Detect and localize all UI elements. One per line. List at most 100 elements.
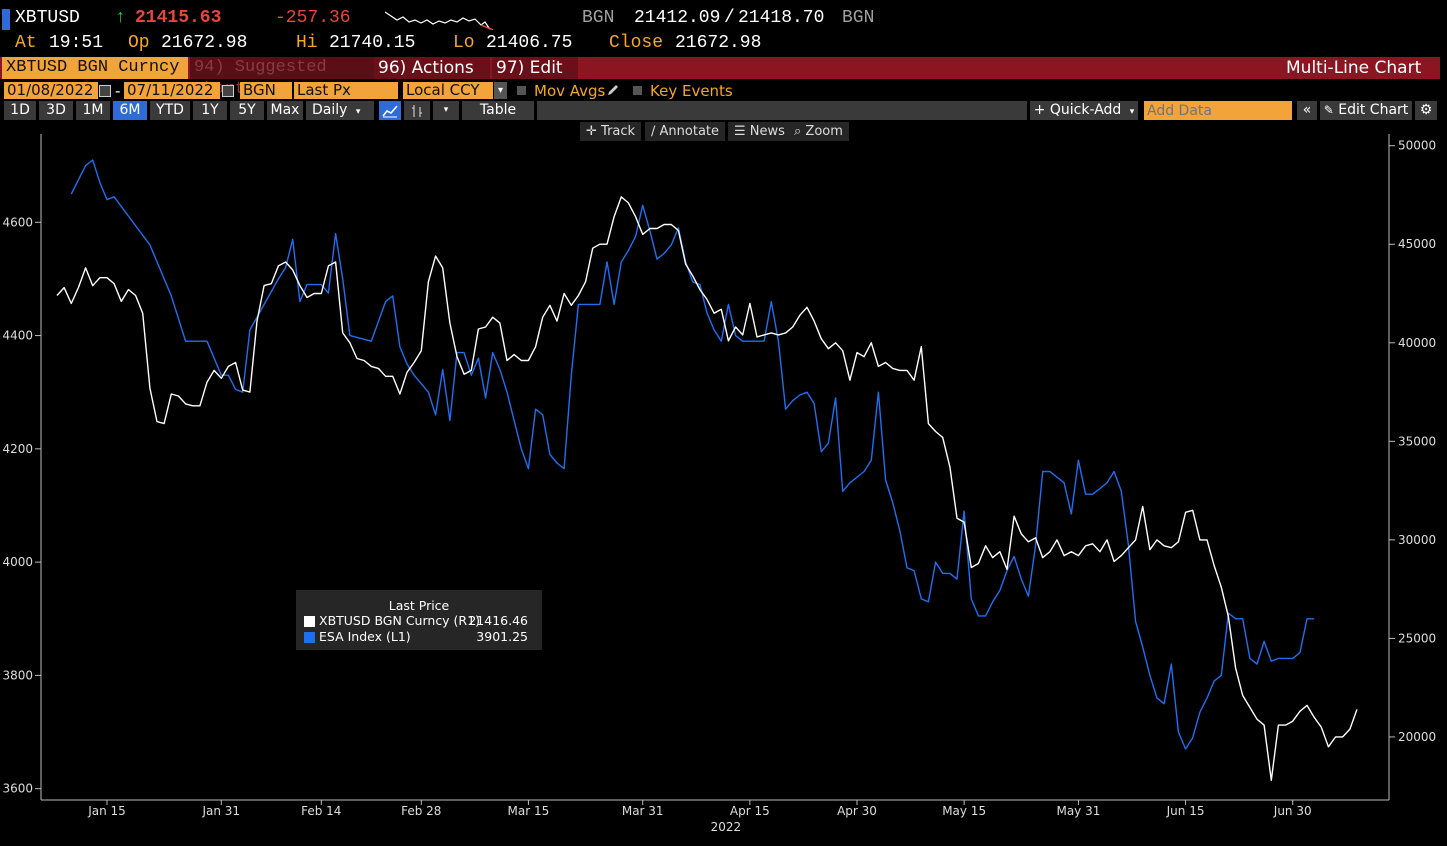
chart-type-caret-icon[interactable]: ▾ xyxy=(433,101,459,120)
news-button[interactable]: ☰ News xyxy=(728,122,791,141)
add-data-input[interactable] xyxy=(1144,101,1292,120)
range-1y[interactable]: 1Y xyxy=(193,101,227,120)
x-tick-label: Mar 31 xyxy=(622,804,664,818)
ask-price: 21418.70 xyxy=(738,8,825,28)
range-1m[interactable]: 1M xyxy=(76,101,110,120)
close-value: 21672.98 xyxy=(675,33,762,53)
edit-chart-button[interactable]: ✎ Edit Chart xyxy=(1320,101,1412,120)
bid-ask-slash: / xyxy=(724,8,735,28)
x-tick-label: Apr 15 xyxy=(730,804,770,818)
right-tick-label: 45000 xyxy=(1398,237,1436,251)
key-events-checkbox[interactable] xyxy=(633,86,642,95)
at-label: At xyxy=(15,33,37,53)
key-events-label[interactable]: Key Events xyxy=(650,82,733,100)
suggested-charts-tab[interactable]: 94) Suggested Charts xyxy=(190,57,374,99)
left-tick-label: 3800 xyxy=(2,668,33,682)
range-6m[interactable]: 6M xyxy=(113,101,147,120)
start-date-field[interactable]: 01/08/2022 xyxy=(4,82,98,99)
x-tick-label: Jan 31 xyxy=(201,804,240,818)
legend-swatch-esa xyxy=(304,632,315,643)
legend-label-btc: XBTUSD BGN Curncy (R1) xyxy=(319,613,480,628)
period-caret-icon: ▾ xyxy=(355,107,361,117)
range-5y[interactable]: 5Y xyxy=(230,101,264,120)
up-arrow-icon: ↑ xyxy=(115,8,126,28)
x-tick-label: Jun 30 xyxy=(1273,804,1312,818)
x-tick-label: Feb 28 xyxy=(401,804,441,818)
legend-value-esa: 3901.25 xyxy=(476,629,528,644)
left-tick-label: 4600 xyxy=(2,215,33,229)
security-field[interactable]: XBTUSD BGN Curncy xyxy=(2,57,188,79)
news-icon: ☰ xyxy=(734,124,746,139)
source-field[interactable]: BGN xyxy=(240,82,292,99)
high-value: 21740.15 xyxy=(329,33,416,53)
x-year-label: 2022 xyxy=(711,820,742,834)
zoom-label: Zoom xyxy=(805,124,843,139)
x-tick-label: May 15 xyxy=(942,804,986,818)
zoom-magnifier-icon: ⌕ xyxy=(794,124,802,139)
table-button[interactable]: Table xyxy=(462,101,534,120)
track-label: Track xyxy=(601,124,636,139)
last-price: 21415.63 xyxy=(135,8,222,28)
right-tick-label: 25000 xyxy=(1398,631,1436,645)
right-tick-label: 20000 xyxy=(1398,730,1436,744)
x-tick-label: Jun 15 xyxy=(1166,804,1205,818)
x-tick-label: Apr 30 xyxy=(837,804,877,818)
range-ytd[interactable]: YTD xyxy=(150,101,190,120)
edit-label: 97) Edit xyxy=(496,58,563,78)
actions-menu[interactable]: 96) Actions ▾ xyxy=(374,57,490,98)
annotate-pen-icon: ∕ xyxy=(651,124,656,139)
range-1d[interactable]: 1D xyxy=(4,101,36,120)
ask-source: BGN xyxy=(842,8,875,28)
edit-chart-pencil-icon: ✎ xyxy=(1323,103,1334,117)
window-title: Multi-Line Chart xyxy=(1286,58,1422,78)
chart-legend: Last Price XBTUSD BGN Curncy (R1) 21416.… xyxy=(296,590,542,650)
range-max[interactable]: Max xyxy=(267,101,303,120)
right-tick-label: 40000 xyxy=(1398,336,1436,350)
zoom-button[interactable]: ⌕ Zoom xyxy=(788,122,849,141)
pencil-icon[interactable] xyxy=(606,83,620,97)
net-change: -257.36 xyxy=(275,8,351,28)
mov-avgs-checkbox[interactable] xyxy=(517,86,526,95)
track-button[interactable]: ✛ Track xyxy=(580,122,642,141)
end-calendar-icon[interactable] xyxy=(222,85,234,97)
right-tick-label: 50000 xyxy=(1398,139,1436,153)
ticker-marker xyxy=(2,9,10,30)
end-date-field[interactable]: 07/11/2022 xyxy=(124,82,220,99)
legend-item-btc: XBTUSD BGN Curncy (R1) 21416.46 xyxy=(304,613,542,629)
range-3d[interactable]: 3D xyxy=(39,101,73,120)
quick-add-label: + Quick-Add xyxy=(1033,102,1122,118)
start-calendar-icon[interactable] xyxy=(99,85,111,97)
series-line-esa xyxy=(70,159,1315,750)
quick-add-menu[interactable]: + Quick-Add ▾ xyxy=(1030,101,1138,120)
legend-value-btc: 21416.46 xyxy=(468,613,528,628)
annotate-button[interactable]: ∕ Annotate xyxy=(645,122,726,141)
high-label: Hi xyxy=(296,33,318,53)
close-label: Close xyxy=(609,33,664,53)
right-tick-label: 30000 xyxy=(1398,533,1436,547)
legend-label-esa: ESA Index (L1) xyxy=(319,629,411,644)
date-separator: - xyxy=(115,82,121,100)
low-value: 21406.75 xyxy=(486,33,573,53)
edit-menu[interactable]: 97) Edit ▾ xyxy=(492,57,578,98)
price-field[interactable]: Last Px xyxy=(294,82,398,99)
settings-gear-icon[interactable]: ⚙ xyxy=(1415,101,1437,120)
x-tick-label: Feb 14 xyxy=(301,804,341,818)
left-tick-label: 4200 xyxy=(2,442,33,456)
mov-avgs-label[interactable]: Mov Avgs xyxy=(534,82,605,100)
currency-dropdown-icon[interactable]: ▾ xyxy=(494,82,507,99)
bar-chart-icon[interactable] xyxy=(404,101,430,120)
collapse-icon[interactable]: « xyxy=(1297,101,1317,120)
bid-price: 21412.09 xyxy=(634,8,721,28)
open-value: 21672.98 xyxy=(161,33,248,53)
track-crosshair-icon: ✛ xyxy=(586,124,597,139)
actions-label: 96) Actions xyxy=(378,58,474,78)
period-dropdown[interactable]: Daily ▾ xyxy=(306,101,374,120)
period-label: Daily xyxy=(312,102,348,118)
ticker-symbol: XBTUSD xyxy=(15,8,80,28)
x-tick-label: May 31 xyxy=(1056,804,1100,818)
currency-field[interactable]: Local CCY xyxy=(403,82,493,99)
line-chart-icon[interactable] xyxy=(379,101,401,120)
quick-add-caret-icon: ▾ xyxy=(1129,107,1135,117)
news-label: News xyxy=(749,124,785,139)
open-label: Op xyxy=(128,33,150,53)
